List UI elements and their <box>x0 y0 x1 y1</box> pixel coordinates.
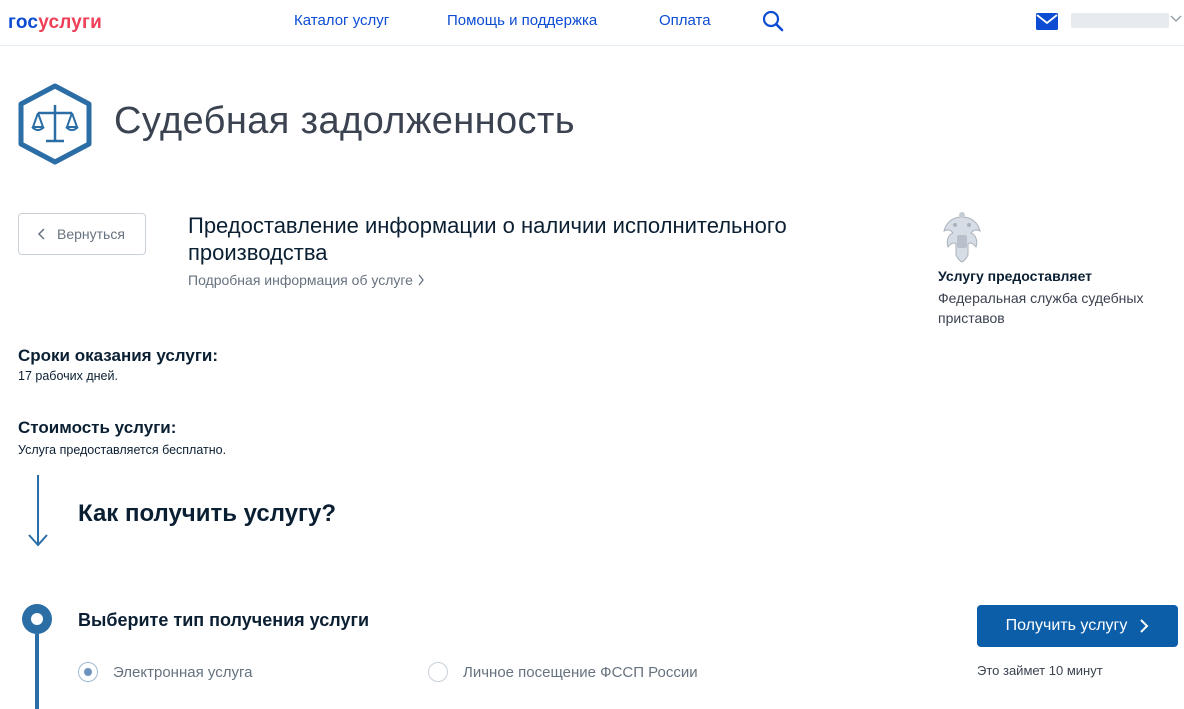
get-service-button-label: Получить услугу <box>1005 617 1128 634</box>
logo-part-gos: гос <box>8 12 39 33</box>
get-service-button[interactable]: Получить услугу <box>977 605 1178 647</box>
back-button-label: Вернуться <box>57 226 125 242</box>
scales-hexagon-icon <box>18 83 92 165</box>
nav-catalog-link[interactable]: Каталог услуг <box>294 12 389 29</box>
provider-name: Федеральная служба судебных приставов <box>938 290 1144 326</box>
terms-value: 17 рабочих дней. <box>18 369 118 383</box>
service-heading: Предоставление информации о наличии испо… <box>188 213 787 265</box>
terms-label: Сроки оказания услуги: <box>18 346 219 365</box>
time-estimate: Это займет 10 минут <box>977 663 1103 678</box>
chevron-down-icon[interactable] <box>1170 14 1182 24</box>
logo-part-uslugi: услуги <box>38 12 103 33</box>
step-connector-line <box>35 634 39 709</box>
option-electronic[interactable]: Электронная услуга <box>78 662 252 682</box>
top-header: госуслуги Каталог услуг Помощь и поддерж… <box>0 0 1184 46</box>
option-personal-visit[interactable]: Личное посещение ФССП России <box>428 662 698 682</box>
search-icon[interactable] <box>761 9 785 33</box>
option-electronic-label: Электронная услуга <box>113 663 253 681</box>
cost-label: Стоимость услуги: <box>18 418 177 437</box>
step-indicator <box>22 604 52 634</box>
chevron-right-icon <box>418 274 424 286</box>
radio-electronic[interactable] <box>78 662 98 682</box>
nav-help-link[interactable]: Помощь и поддержка <box>447 12 597 29</box>
chevron-left-icon <box>37 228 45 240</box>
chevron-right-icon <box>1140 619 1149 633</box>
user-name-redacted[interactable] <box>1071 13 1169 28</box>
page-title: Судебная задолженность <box>114 100 575 142</box>
step-title: Выберите тип получения услуги <box>78 610 370 630</box>
back-button[interactable]: Вернуться <box>18 213 146 255</box>
service-details-link[interactable]: Подробная информация об услуге <box>188 272 425 288</box>
mail-icon[interactable] <box>1036 13 1058 30</box>
arrow-down-icon <box>28 475 48 547</box>
russia-coat-of-arms-icon <box>943 212 981 263</box>
radio-personal-visit[interactable] <box>428 662 448 682</box>
service-details-link-label: Подробная информация об услуге <box>188 272 413 288</box>
gosuslugi-logo[interactable]: госуслуги <box>8 12 102 34</box>
cost-value: Услуга предоставляется бесплатно. <box>18 443 227 457</box>
provider-label: Услугу предоставляет <box>938 268 1093 284</box>
option-personal-visit-label: Личное посещение ФССП России <box>463 663 698 681</box>
how-to-get-title: Как получить услугу? <box>78 500 337 527</box>
nav-payment-link[interactable]: Оплата <box>659 12 711 29</box>
